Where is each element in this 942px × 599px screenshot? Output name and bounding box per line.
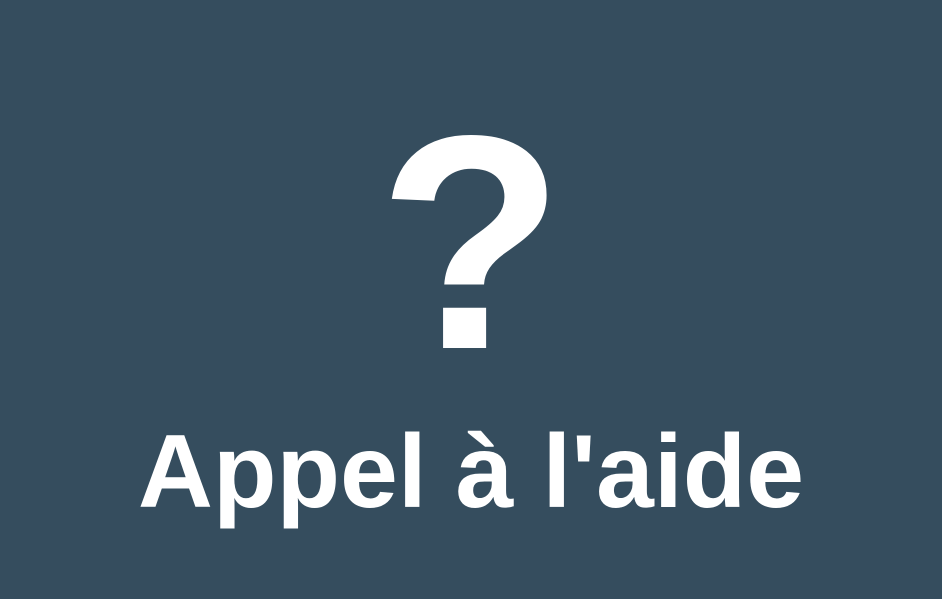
question-mark-icon: ? [377,72,565,413]
help-card: ? Appel à l'aide [0,0,942,599]
help-title: Appel à l'aide [137,414,805,530]
